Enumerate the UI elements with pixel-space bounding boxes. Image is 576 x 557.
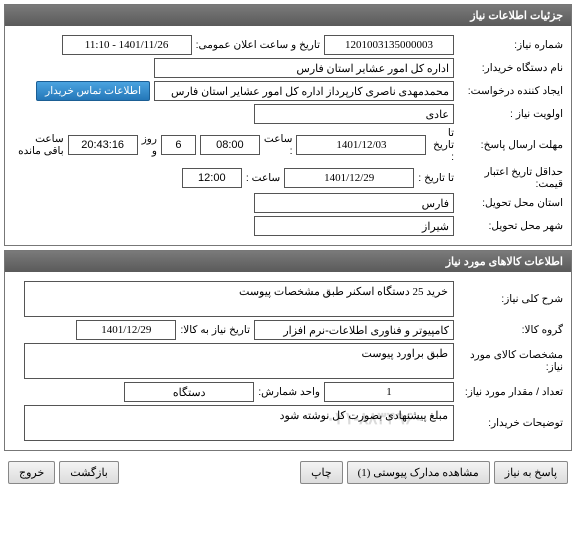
buyer-contact-button[interactable]: اطلاعات تماس خریدار [36, 81, 150, 101]
group-label: گروه کالا: [458, 324, 563, 336]
buyer-notes-field [24, 405, 454, 441]
qty-label: تعداد / مقدار مورد نیاز: [458, 386, 563, 398]
goods-info-panel: اطلاعات کالاهای مورد نیاز شرح کلی نیاز: … [4, 250, 572, 451]
buyer-org-field [154, 58, 454, 78]
city-label: شهر محل تحویل: [458, 220, 563, 232]
attachments-button[interactable]: مشاهده مدارک پیوستی (1) [347, 461, 490, 484]
need-no-label: شماره نیاز: [458, 39, 563, 51]
deadline-label: مهلت ارسال پاسخ: [458, 139, 563, 151]
valid-date-field [284, 168, 414, 188]
need-details-panel: جزئیات اطلاعات نیاز شماره نیاز: تاریخ و … [4, 4, 572, 246]
requester-field [154, 81, 454, 101]
exit-button[interactable]: خروج [8, 461, 55, 484]
days-and-text: روز و [142, 133, 157, 157]
time-remaining-field [68, 135, 138, 155]
reply-button[interactable]: پاسخ به نیاز [494, 461, 568, 484]
to-date-label-1: تا تاریخ : [430, 127, 454, 163]
priority-field [254, 104, 454, 124]
province-field [254, 193, 454, 213]
footer-bar: پاسخ به نیاز مشاهده مدارک پیوستی (1) چاپ… [0, 455, 576, 490]
buyer-notes-label: توضیحات خریدار: [458, 417, 563, 429]
spec-field [24, 343, 454, 379]
priority-label: اولویت نیاز : [458, 108, 563, 120]
public-datetime-field [62, 35, 192, 55]
desc-label: شرح کلی نیاز: [458, 293, 563, 305]
unit-label: واحد شمارش: [258, 386, 320, 398]
back-button[interactable]: بازگشت [59, 461, 119, 484]
city-field [254, 216, 454, 236]
panel1-header: جزئیات اطلاعات نیاز [5, 5, 571, 26]
valid-price-deadline-label: حداقل تاریخ اعتبار قیمت: [458, 166, 563, 190]
panel2-header: اطلاعات کالاهای مورد نیاز [5, 251, 571, 272]
time-label-2: ساعت : [246, 172, 280, 184]
valid-time-field [182, 168, 242, 188]
need-date-label: تاریخ نیاز به کالا: [180, 324, 250, 336]
deadline-time-field [200, 135, 260, 155]
print-button[interactable]: چاپ [300, 461, 343, 484]
to-date-label-2: تا تاریخ : [418, 172, 454, 184]
panel2-body: شرح کلی نیاز: گروه کالا: تاریخ نیاز به ک… [5, 272, 571, 450]
deadline-date-field [296, 135, 426, 155]
spec-label: مشخصات کالای مورد نیاز: [458, 349, 563, 373]
buyer-org-label: نام دستگاه خریدار: [458, 62, 563, 74]
requester-label: ایجاد کننده درخواست: [458, 85, 563, 97]
time-remaining-suffix: ساعت باقی مانده [13, 133, 64, 157]
group-field [254, 320, 454, 340]
panel1-body: شماره نیاز: تاریخ و ساعت اعلان عمومی: نا… [5, 26, 571, 245]
qty-field [324, 382, 454, 402]
time-label-1: ساعت : [264, 133, 293, 157]
public-datetime-label: تاریخ و ساعت اعلان عمومی: [196, 39, 320, 51]
unit-field [124, 382, 254, 402]
days-remaining-field [161, 135, 196, 155]
need-date-field [76, 320, 176, 340]
need-no-field [324, 35, 454, 55]
province-label: استان محل تحویل: [458, 197, 563, 209]
desc-field [24, 281, 454, 317]
